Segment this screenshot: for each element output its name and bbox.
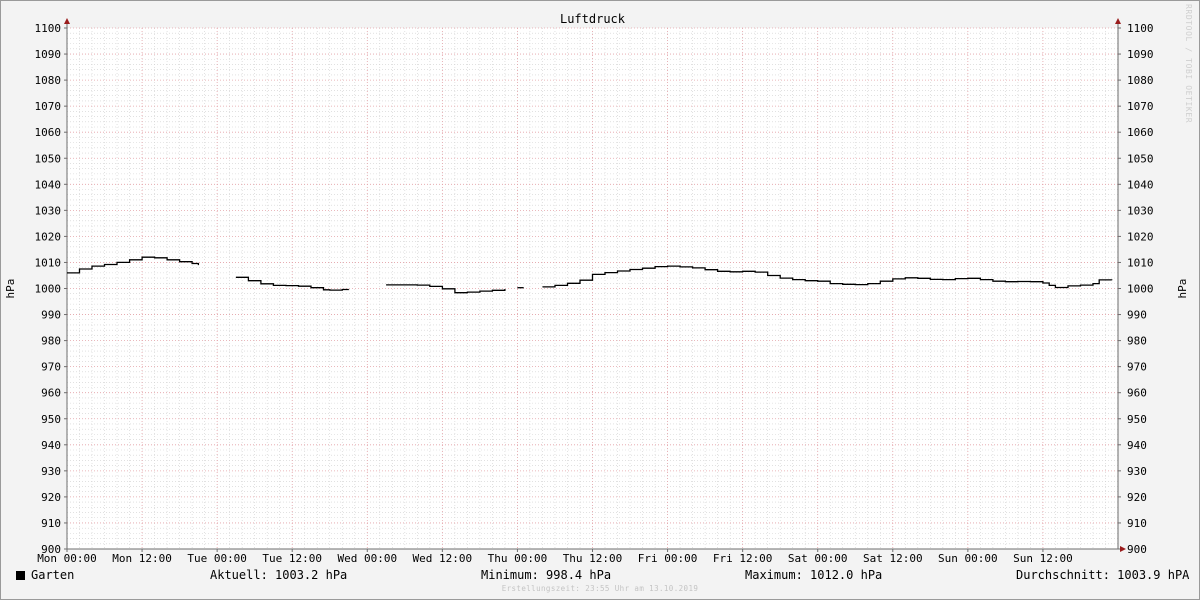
x-tick-label: Thu 12:00: [563, 552, 623, 565]
y-tick-label: 1080: [35, 74, 62, 87]
rrdtool-watermark: RRDTOOL / TOBI OETIKER: [1184, 4, 1193, 124]
y-tick-label-right: 1090: [1127, 48, 1154, 61]
x-tick-label: Tue 00:00: [187, 552, 247, 565]
y-tick-label: 980: [41, 335, 61, 348]
y-tick-label-right: 1060: [1127, 126, 1154, 139]
x-tick-label: Sun 00:00: [938, 552, 998, 565]
y-tick-label-right: 1070: [1127, 100, 1154, 113]
y-tick-label-right: 950: [1127, 413, 1147, 426]
y-tick-label: 1070: [35, 100, 62, 113]
y-tick-label-right: 1040: [1127, 178, 1154, 191]
y-axis-label: hPa: [4, 279, 17, 299]
y-tick-label-right: 990: [1127, 309, 1147, 322]
x-tick-label: Fri 12:00: [713, 552, 773, 565]
y-tick-label: 970: [41, 361, 61, 374]
y-tick-label-right: 930: [1127, 465, 1147, 478]
pressure-chart: 900 900910 910920 920930 930940 940950 950960 9…: [4, 12, 1189, 565]
y-tick-label-right: 970: [1127, 361, 1147, 374]
y-tick-label: 1000: [35, 283, 62, 296]
y-tick-label: 1030: [35, 204, 62, 217]
y-axis-label-right: hPa: [1176, 279, 1189, 299]
y-tick-label-right: 1000: [1127, 283, 1154, 296]
y-tick-label-right: 1050: [1127, 152, 1154, 165]
y-tick-label-right: 910: [1127, 517, 1147, 530]
stat-minimum: Minimum: 998.4 hPa: [481, 568, 612, 582]
stat-maximum: Maximum: 1012.0 hPa: [745, 568, 883, 582]
y-tick-label-right: 1020: [1127, 230, 1154, 243]
stat-current: Aktuell: 1003.2 hPa: [210, 568, 348, 582]
y-tick-label: 950: [41, 413, 61, 426]
y-tick-label: 940: [41, 439, 61, 452]
y-tick-label-right: 1100: [1127, 22, 1154, 35]
x-tick-label: Thu 00:00: [488, 552, 548, 565]
y-tick-label-right: 980: [1127, 335, 1147, 348]
y-tick-label: 910: [41, 517, 61, 530]
y-tick-label: 1090: [35, 48, 62, 61]
y-axis-arrow-left: [64, 18, 70, 24]
x-tick-label: Wed 00:00: [337, 552, 397, 565]
x-tick-label: Tue 12:00: [262, 552, 322, 565]
y-tick-label: 920: [41, 491, 61, 504]
legend-garten: Garten: [16, 566, 74, 584]
y-axis-arrow-right: [1115, 18, 1121, 24]
x-tick-label: Sun 12:00: [1013, 552, 1073, 565]
x-tick-label: Sat 12:00: [863, 552, 923, 565]
legend-swatch: [16, 571, 25, 580]
y-tick-label-right: 1030: [1127, 204, 1154, 217]
creation-time: Erstellungszeit: 23:55 Uhr am 13.10.2019: [501, 584, 699, 593]
x-tick-label: Mon 12:00: [112, 552, 172, 565]
y-tick-label-right: 900: [1127, 543, 1147, 556]
y-tick-label: 1020: [35, 230, 62, 243]
y-tick-label-right: 1010: [1127, 256, 1154, 269]
y-tick-label: 930: [41, 465, 61, 478]
x-tick-label: Mon 00:00: [37, 552, 97, 565]
x-axis-arrow: [1120, 546, 1126, 552]
y-tick-label: 960: [41, 387, 61, 400]
y-tick-label: 1040: [35, 178, 62, 191]
x-tick-label: Fri 00:00: [638, 552, 698, 565]
y-tick-label-right: 940: [1127, 439, 1147, 452]
chart-title: Luftdruck: [560, 12, 626, 26]
y-tick-label: 1100: [35, 22, 62, 35]
y-tick-label-right: 920: [1127, 491, 1147, 504]
x-tick-label: Wed 12:00: [413, 552, 473, 565]
y-tick-label: 1010: [35, 256, 62, 269]
legend-series-name: Garten: [31, 568, 75, 582]
y-tick-label: 1060: [35, 126, 62, 139]
y-tick-label: 990: [41, 309, 61, 322]
y-tick-label-right: 1080: [1127, 74, 1154, 87]
x-tick-label: Sat 00:00: [788, 552, 848, 565]
y-tick-label-right: 960: [1127, 387, 1147, 400]
y-tick-label: 1050: [35, 152, 62, 165]
stat-average: Durchschnitt: 1003.9 hPA: [1016, 568, 1190, 582]
